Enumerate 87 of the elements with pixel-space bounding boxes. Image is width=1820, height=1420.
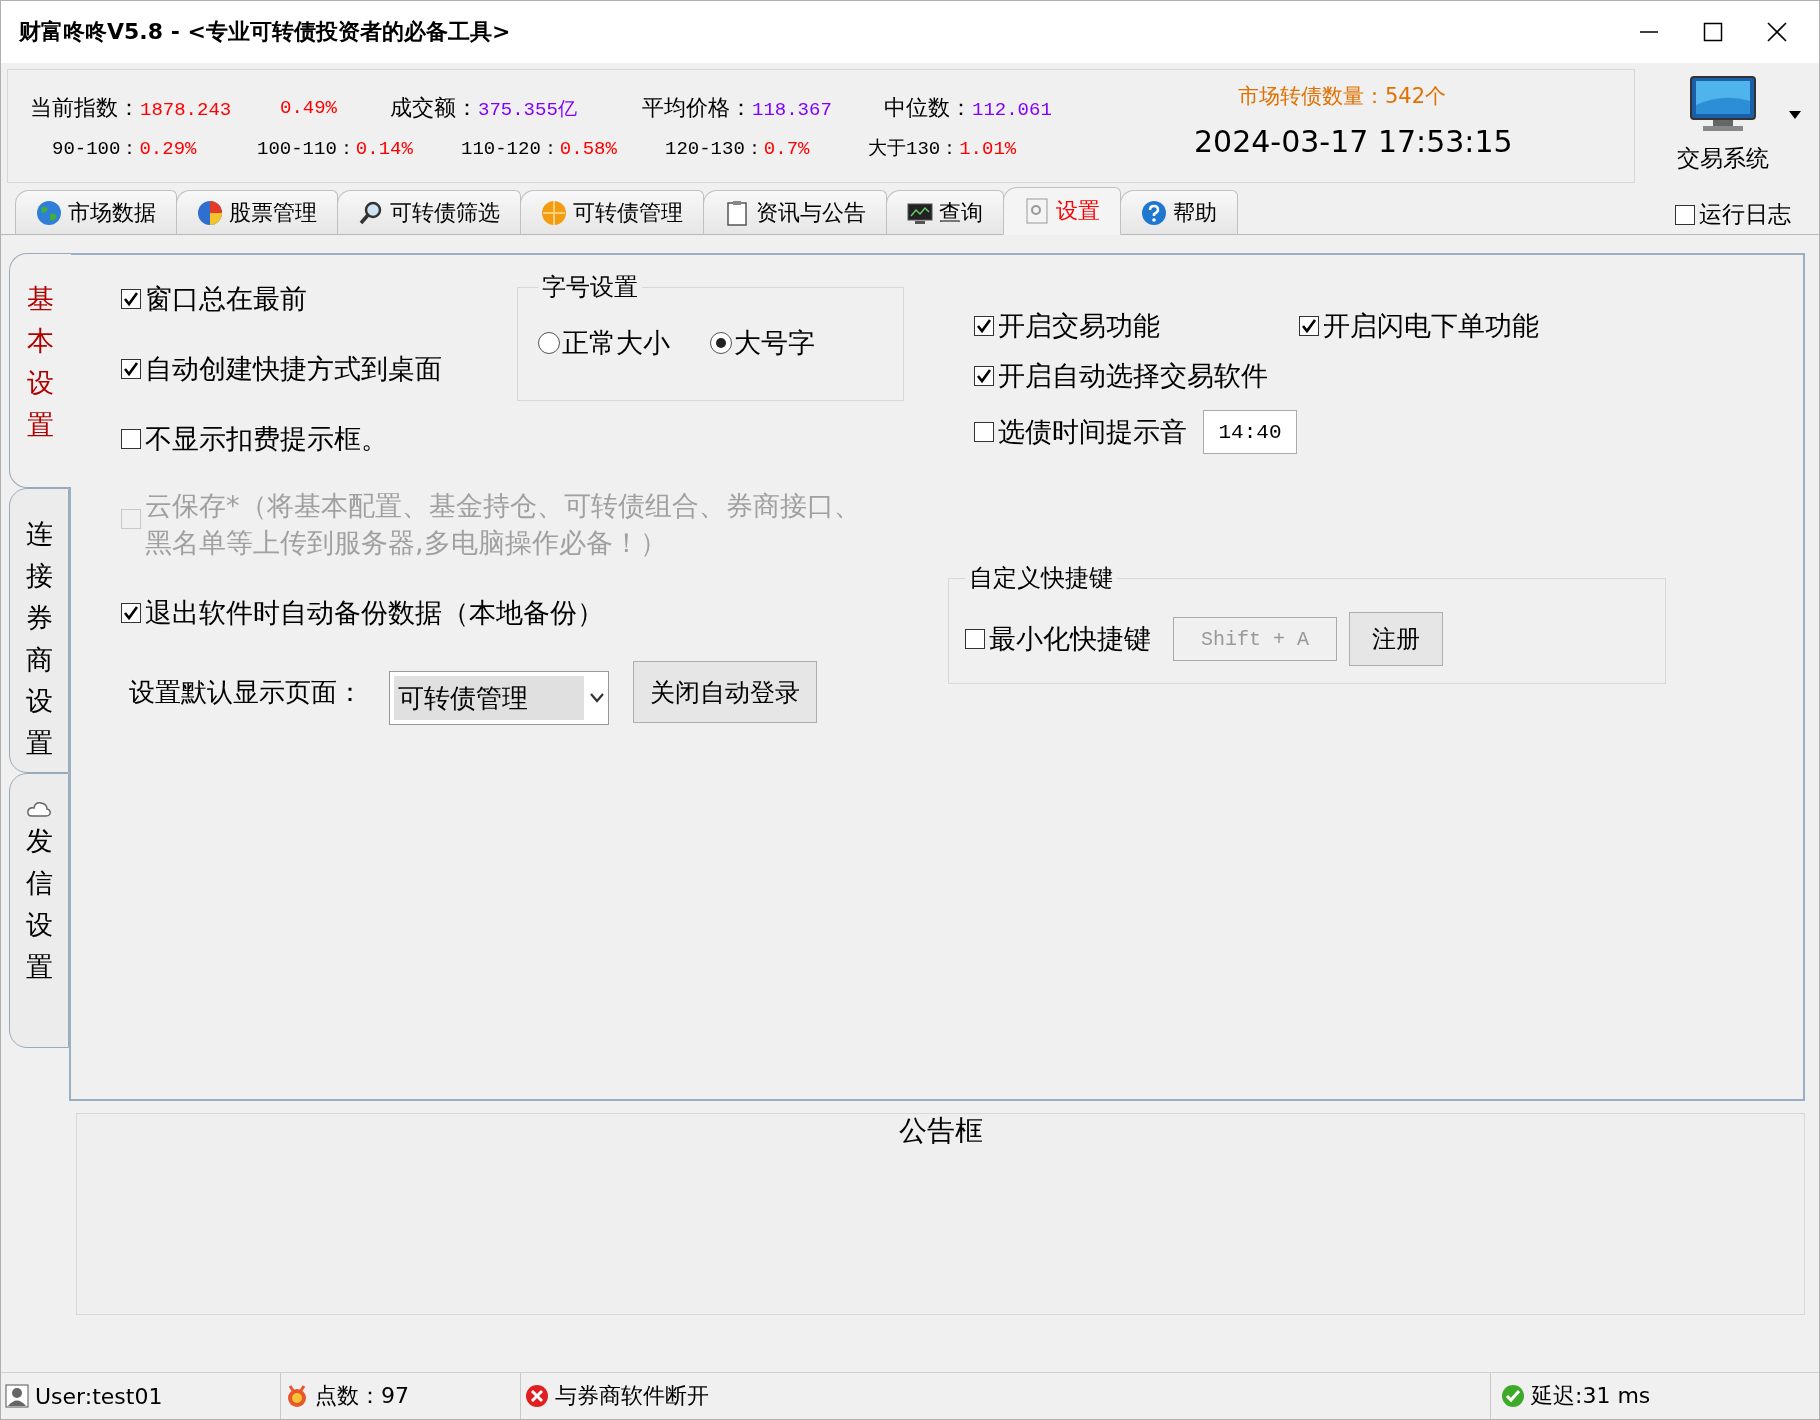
- user-name: User:test01: [35, 1383, 163, 1409]
- help-icon: [1141, 199, 1167, 226]
- tab[interactable]: 资讯与公告: [703, 190, 887, 234]
- error-icon: [525, 1384, 549, 1408]
- stat-value: 0.49%: [280, 97, 337, 119]
- stat-label: 平均价格：: [642, 94, 752, 122]
- checkbox-label: 开启交易功能: [998, 310, 1160, 342]
- checkbox-label: 退出软件时自动备份数据（本地备份）: [145, 597, 604, 629]
- monitor-icon[interactable]: [1688, 75, 1758, 133]
- maximize-icon[interactable]: [1703, 22, 1723, 42]
- stat-value: 118.367: [752, 99, 832, 121]
- tab[interactable]: 可转债筛选: [337, 190, 521, 234]
- tab[interactable]: 帮助: [1120, 190, 1238, 234]
- side-tab[interactable]: 连接券商设置: [9, 488, 69, 773]
- bond-count: 市场转债数量：542个: [1238, 83, 1448, 110]
- trading-system-label[interactable]: 交易系统: [1677, 143, 1769, 174]
- window-title: 财富咚咚V5.8 - <专业可转债投资者的必备工具>: [19, 18, 512, 46]
- stat-value: 0.58%: [559, 138, 617, 160]
- medal-icon: [285, 1384, 309, 1408]
- clipboard-icon: [724, 199, 750, 226]
- auto-login-button[interactable]: 关闭自动登录: [633, 661, 817, 723]
- stat-label: 120-130：: [665, 137, 764, 161]
- checkbox[interactable]: [974, 422, 994, 442]
- dropdown[interactable]: 可转债管理: [389, 671, 609, 725]
- checkbox[interactable]: [965, 629, 985, 649]
- tab[interactable]: 查询: [886, 190, 1004, 234]
- checkbox-label: 最小化快捷键: [989, 623, 1151, 655]
- ball-icon: [541, 199, 567, 226]
- side-tab[interactable]: 发信设置: [9, 773, 69, 1048]
- register-button[interactable]: 注册: [1349, 612, 1443, 666]
- stat-label: 90-100：: [52, 137, 140, 161]
- stat-value: 1.01%: [959, 138, 1017, 160]
- checkbox[interactable]: [121, 429, 141, 449]
- tab[interactable]: 市场数据: [15, 190, 177, 234]
- default-page-label: 设置默认显示页面：: [129, 675, 364, 709]
- radio-label: 正常大小: [562, 326, 670, 360]
- stat-value: 112.061: [972, 99, 1052, 121]
- checkbox-label: 运行日志: [1699, 200, 1791, 229]
- tab[interactable]: 设置: [1003, 187, 1121, 235]
- radio-button[interactable]: [710, 332, 732, 354]
- announcement-title: 公告框: [898, 1114, 983, 1149]
- ok-icon: [1501, 1384, 1525, 1408]
- time-field[interactable]: 14:40: [1203, 410, 1297, 454]
- datetime: 2024-03-17 17:53:15: [1194, 124, 1514, 159]
- close-icon[interactable]: [1767, 22, 1787, 42]
- checkbox[interactable]: [121, 603, 141, 623]
- tab[interactable]: 股票管理: [176, 190, 338, 234]
- checkbox-label: 不显示扣费提示框。: [145, 423, 388, 455]
- latency: 延迟:31 ms: [1531, 1382, 1651, 1410]
- stat-label: 100-110：: [257, 137, 356, 161]
- stat-value: 375.355亿: [478, 98, 577, 122]
- search-icon: [358, 199, 384, 226]
- points-count: 点数：97: [315, 1382, 409, 1410]
- stat-value: 1878.243: [140, 99, 232, 121]
- stat-label: 中位数：: [884, 94, 972, 122]
- checkbox[interactable]: [121, 289, 141, 309]
- checkbox-label: 窗口总在最前: [145, 283, 307, 315]
- checkbox-label: 云保存*（将基本配置、基金持仓、可转债组合、券商接口、黑名单等上传到服务器,多电脑操作必备！）: [145, 489, 862, 560]
- dropdown-arrow-icon[interactable]: [1789, 111, 1801, 119]
- stat-label: 成交额：: [390, 94, 478, 122]
- checkbox-label: 开启闪电下单功能: [1323, 310, 1539, 342]
- broker-status: 与券商软件断开: [555, 1382, 709, 1410]
- group-title: 自定义快捷键: [968, 563, 1114, 594]
- document-icon: [1024, 198, 1050, 224]
- tab[interactable]: 可转债管理: [520, 190, 704, 234]
- checkbox-label: 开启自动选择交易软件: [998, 360, 1268, 392]
- pie-chart-icon: [197, 199, 223, 226]
- user-icon: [5, 1384, 29, 1408]
- group-title: 字号设置: [541, 272, 639, 303]
- checkbox[interactable]: [974, 366, 994, 386]
- checkbox[interactable]: [121, 359, 141, 379]
- stat-value: 0.7%: [763, 138, 810, 160]
- checkbox[interactable]: [974, 316, 994, 336]
- stat-value: 0.29%: [139, 138, 197, 160]
- checkbox-label: 自动创建快捷方式到桌面: [145, 353, 442, 385]
- radio-label: 大号字: [734, 326, 815, 360]
- checkbox[interactable]: [1299, 316, 1319, 336]
- checkbox[interactable]: [1675, 204, 1695, 225]
- stat-label: 当前指数：: [30, 94, 140, 122]
- globe-icon: [36, 199, 62, 226]
- caret-icon: [590, 693, 604, 703]
- stat-value: 0.14%: [355, 138, 413, 160]
- checkbox-label: 选债时间提示音: [998, 416, 1187, 448]
- stat-label: 大于130：: [868, 137, 960, 161]
- radio-button[interactable]: [538, 332, 560, 354]
- side-tab[interactable]: 基本设置: [9, 253, 71, 488]
- stat-label: 110-120：: [461, 137, 560, 161]
